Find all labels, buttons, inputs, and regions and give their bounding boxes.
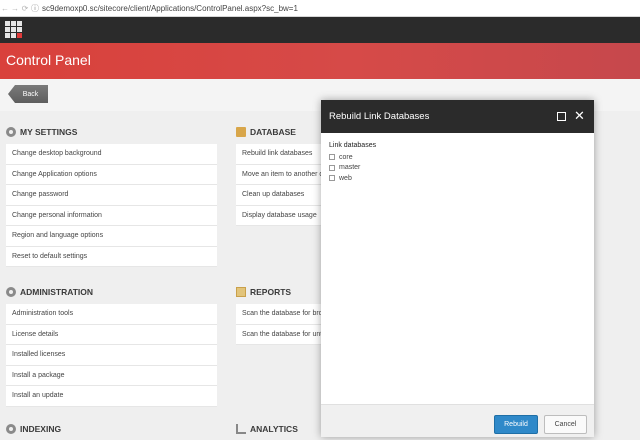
page-header: Control Panel <box>0 43 640 79</box>
report-icon <box>236 287 246 297</box>
checkbox[interactable] <box>329 154 335 161</box>
section-analytics: ANALYTICS <box>236 424 298 434</box>
maximize-icon[interactable] <box>557 112 566 121</box>
option-label: master <box>339 164 361 172</box>
list-item[interactable]: Rebuild link databases <box>236 144 326 165</box>
option-label: core <box>339 153 353 161</box>
my-settings-list: Change desktop background Change Applica… <box>6 144 217 267</box>
rebuild-link-databases-dialog: Rebuild Link Databases ✕ Link databases … <box>321 100 594 437</box>
section-title: REPORTS <box>250 287 292 297</box>
section-administration: ADMINISTRATION <box>6 287 93 297</box>
option-label: web <box>339 174 352 182</box>
rebuild-button[interactable]: Rebuild <box>494 415 538 434</box>
list-item[interactable]: Change personal information <box>6 205 217 226</box>
url-field[interactable]: sc9demoxp0.sc/sitecore/client/Applicatio… <box>40 4 298 13</box>
list-item[interactable]: Change Application options <box>6 164 217 185</box>
dialog-footer: Rebuild Cancel <box>321 404 594 437</box>
section-my-settings: MY SETTINGS <box>6 127 77 137</box>
cancel-button[interactable]: Cancel <box>544 415 587 434</box>
gears-icon <box>6 287 16 297</box>
launchpad-icon[interactable] <box>5 21 22 38</box>
section-reports: REPORTS <box>236 287 291 297</box>
list-item[interactable]: Move an item to another d <box>236 164 326 185</box>
list-item[interactable]: Install a package <box>6 365 217 386</box>
list-item[interactable]: Install an update <box>6 386 217 407</box>
close-icon[interactable]: ✕ <box>574 109 585 122</box>
checkbox[interactable] <box>329 175 335 182</box>
reports-list: Scan the database for bro Scan the datab… <box>236 304 326 345</box>
list-item[interactable]: Clean up databases <box>236 185 326 206</box>
section-title: INDEXING <box>20 424 62 434</box>
browser-reload-icon[interactable]: ⟳ <box>20 4 30 13</box>
chart-icon <box>236 424 246 434</box>
section-title: MY SETTINGS <box>20 127 78 137</box>
option-core[interactable]: core <box>329 152 376 163</box>
dialog-header: Rebuild Link Databases ✕ <box>321 100 594 133</box>
list-item[interactable]: Change desktop background <box>6 144 217 165</box>
field-label: Link databases <box>329 142 377 149</box>
administration-list: Administration tools License details Ins… <box>6 304 217 407</box>
dialog-body: Link databases core master web <box>329 142 376 184</box>
list-item[interactable]: Administration tools <box>6 304 217 325</box>
section-database: DATABASE <box>236 127 296 137</box>
site-info-icon[interactable]: ⓘ <box>30 3 40 14</box>
list-item[interactable]: Scan the database for bro <box>236 304 326 325</box>
list-item[interactable]: Region and language options <box>6 226 217 247</box>
database-icon <box>236 127 246 137</box>
indexing-icon <box>6 424 16 434</box>
back-button[interactable]: Back <box>8 85 48 103</box>
list-item[interactable]: Installed licenses <box>6 345 217 366</box>
list-item[interactable]: Reset to default settings <box>6 246 217 267</box>
global-toolbar <box>0 17 640 43</box>
section-title: ANALYTICS <box>250 424 298 434</box>
gear-icon <box>6 127 16 137</box>
database-list: Rebuild link databases Move an item to a… <box>236 144 326 226</box>
list-item[interactable]: Change password <box>6 185 217 206</box>
list-item[interactable]: Display database usage <box>236 205 326 226</box>
option-web[interactable]: web <box>329 173 376 184</box>
option-master[interactable]: master <box>329 163 376 174</box>
dialog-title: Rebuild Link Databases <box>329 111 430 122</box>
list-item[interactable]: License details <box>6 324 217 345</box>
section-title: ADMINISTRATION <box>20 287 94 297</box>
browser-back-icon[interactable]: ← <box>0 4 10 13</box>
browser-address-bar: ← → ⟳ ⓘ sc9demoxp0.sc/sitecore/client/Ap… <box>0 0 640 17</box>
page-title: Control Panel <box>6 52 91 68</box>
browser-forward-icon[interactable]: → <box>10 4 20 13</box>
checkbox[interactable] <box>329 164 335 171</box>
section-title: DATABASE <box>250 127 296 137</box>
list-item[interactable]: Scan the database for unt <box>236 324 326 345</box>
section-indexing: INDEXING <box>6 424 61 434</box>
